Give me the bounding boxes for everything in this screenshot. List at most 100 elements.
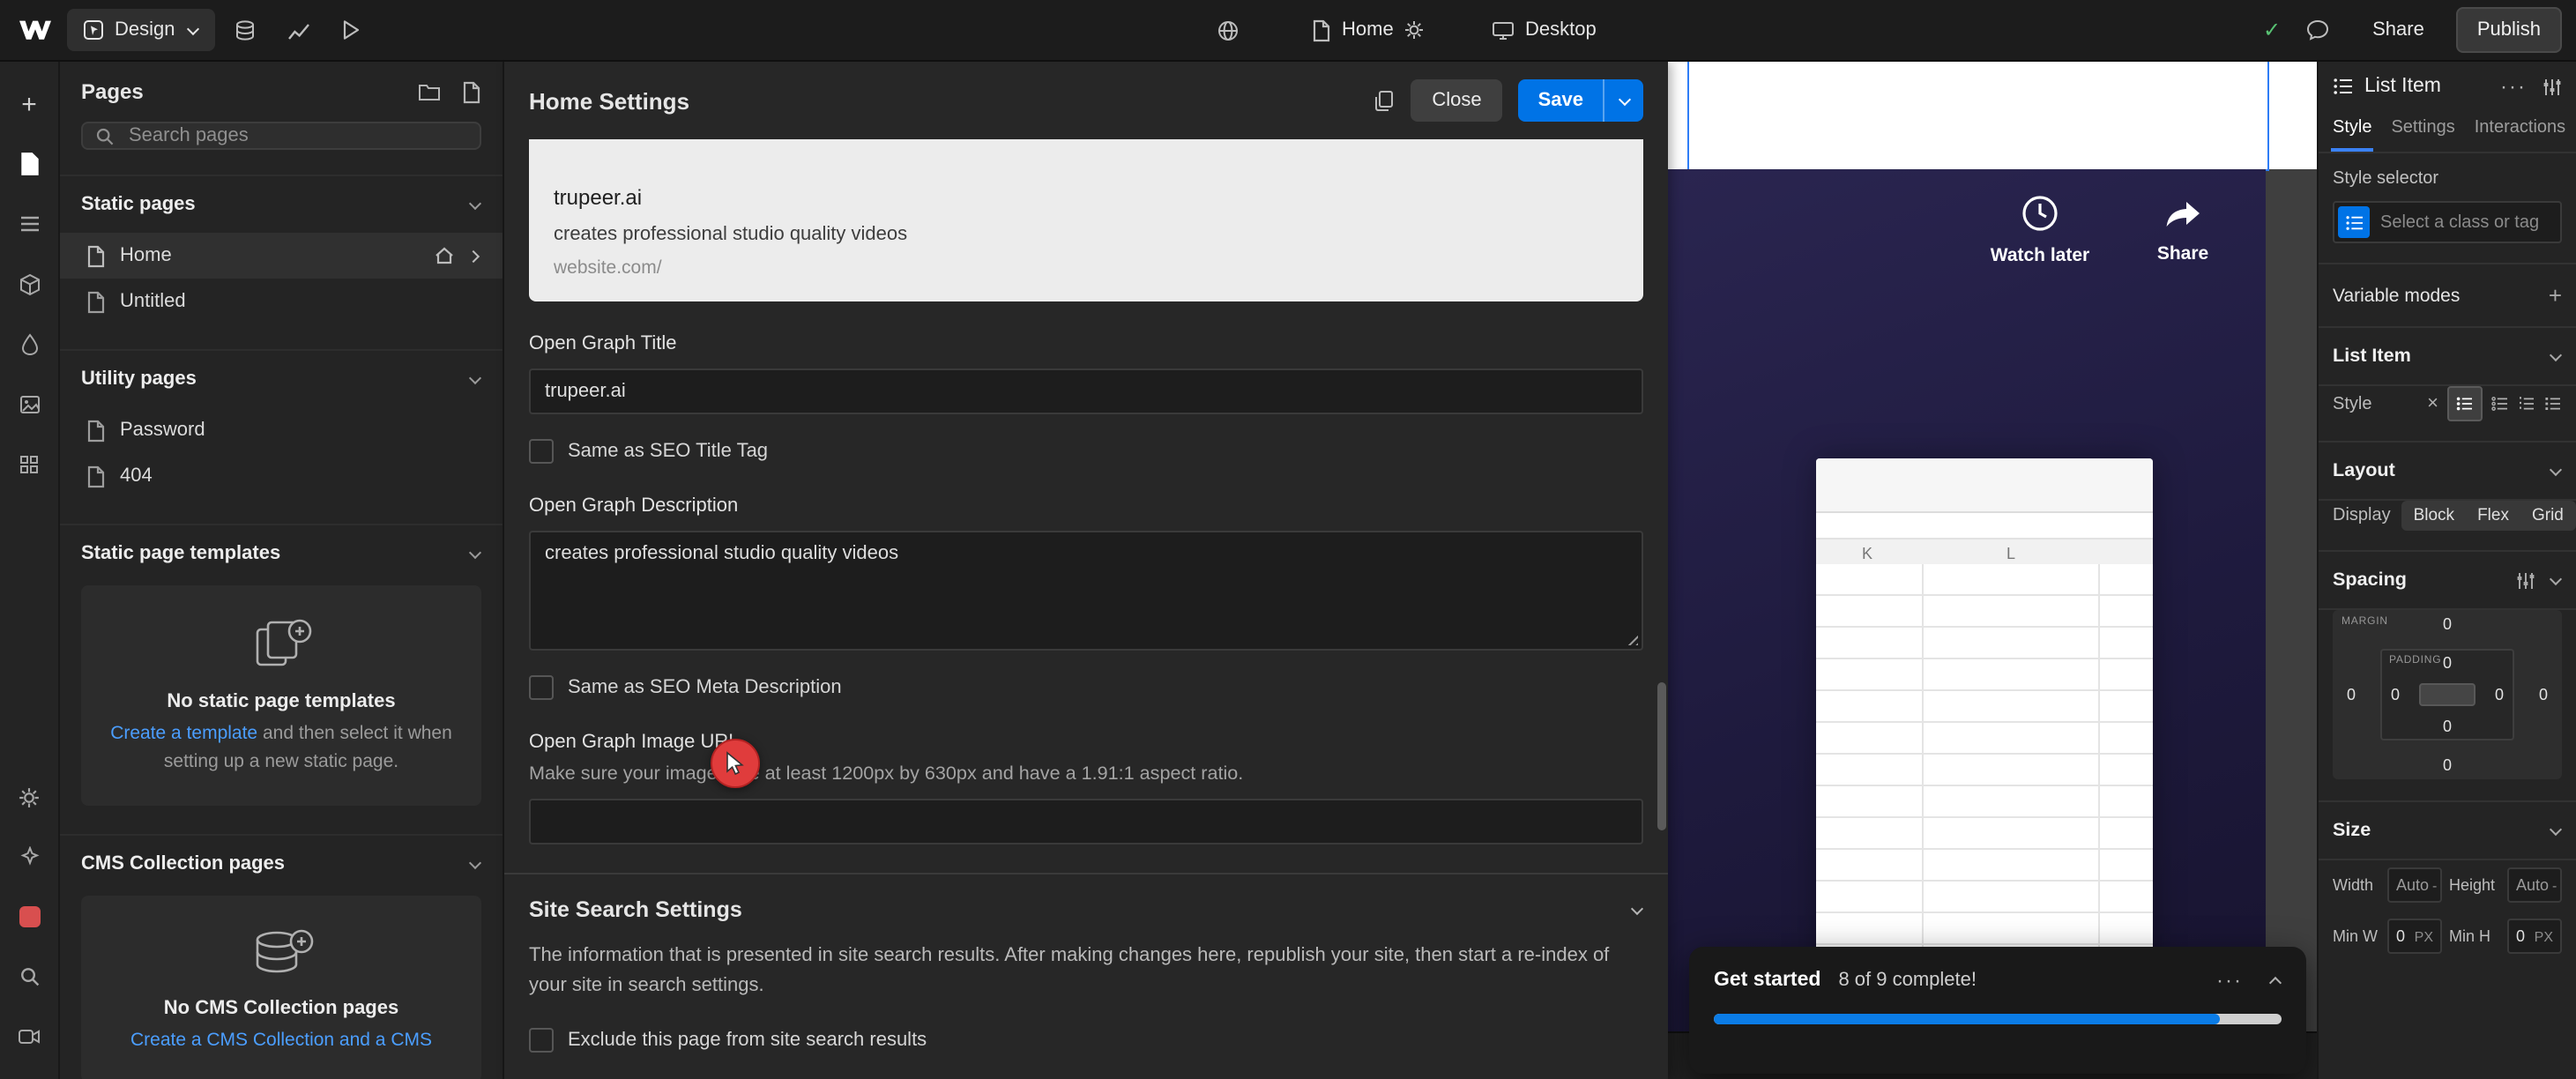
- margin-padding-control[interactable]: MARGIN 0 0 0 0 PADDING 0 0 0 0: [2333, 610, 2562, 779]
- share-button[interactable]: Share: [2355, 9, 2442, 51]
- element-more-icon[interactable]: ···: [2500, 81, 2527, 92]
- display-grid-button[interactable]: Grid: [2521, 502, 2574, 529]
- toast-more-icon[interactable]: ···: [2216, 975, 2243, 986]
- list-item-section-header[interactable]: List Item: [2319, 328, 2576, 386]
- selected-element-outline[interactable]: [1687, 62, 2269, 171]
- add-elements-button[interactable]: +: [0, 74, 58, 134]
- new-folder-icon[interactable]: [418, 82, 441, 101]
- min-height-unit[interactable]: PX: [2535, 928, 2553, 944]
- spacing-section-header[interactable]: Spacing: [2319, 552, 2576, 610]
- min-width-unit[interactable]: PX: [2415, 928, 2433, 944]
- video-share-button[interactable]: Share: [2144, 196, 2222, 264]
- page-row-404[interactable]: 404: [60, 453, 503, 499]
- og-description-same-checkbox[interactable]: [529, 675, 554, 700]
- page-row-password[interactable]: Password: [60, 407, 503, 453]
- page-settings-gear-icon[interactable]: [1404, 19, 1426, 41]
- margin-top-value[interactable]: 0: [2443, 615, 2452, 633]
- site-hero-video[interactable]: Watch later Share K L: [1668, 169, 2266, 1079]
- og-description-textarea[interactable]: creates professional studio quality vide…: [529, 531, 1643, 651]
- list-item-section-title: List Item: [2333, 346, 2411, 367]
- list-style-circle-button[interactable]: [2491, 397, 2509, 411]
- margin-bottom-value[interactable]: 0: [2443, 756, 2452, 774]
- static-pages-header[interactable]: Static pages: [60, 176, 503, 233]
- site-search-settings-header[interactable]: Site Search Settings: [529, 897, 1643, 922]
- spacing-settings-icon[interactable]: [2516, 570, 2535, 590]
- tab-interactions[interactable]: Interactions: [2473, 106, 2567, 152]
- close-button[interactable]: Close: [1411, 79, 1502, 122]
- height-input[interactable]: Auto -: [2507, 867, 2562, 903]
- chevron-up-icon[interactable]: [2267, 973, 2282, 987]
- breakpoint-group[interactable]: Desktop: [1492, 0, 1597, 60]
- page-row-label: Password: [120, 420, 205, 441]
- exclude-search-checkbox[interactable]: [529, 1028, 554, 1053]
- analytics-button[interactable]: [276, 9, 322, 51]
- padding-top-value[interactable]: 0: [2443, 654, 2452, 672]
- save-button[interactable]: Save: [1519, 79, 1643, 122]
- list-style-none-button[interactable]: ×: [2427, 393, 2438, 414]
- layout-section-header[interactable]: Layout: [2319, 443, 2576, 501]
- cms-pages-header[interactable]: CMS Collection pages: [60, 835, 503, 891]
- pages-search-input[interactable]: [125, 123, 467, 148]
- apps-button[interactable]: [0, 434, 58, 494]
- margin-left-value[interactable]: 0: [2347, 686, 2356, 703]
- og-title-same-checkbox[interactable]: [529, 439, 554, 464]
- site-settings-button[interactable]: [0, 767, 58, 827]
- class-selector-input[interactable]: Select a class or tag: [2333, 201, 2562, 243]
- tab-style[interactable]: Style: [2331, 106, 2373, 152]
- height-unit[interactable]: -: [2552, 877, 2557, 893]
- width-input[interactable]: Auto -: [2387, 867, 2442, 903]
- current-page-label[interactable]: Home: [1342, 19, 1394, 41]
- og-image-url-input[interactable]: [529, 799, 1643, 845]
- panel-settings-icon[interactable]: [2542, 77, 2562, 96]
- canvas[interactable]: Watch later Share K L: [1668, 62, 2317, 1079]
- new-page-icon[interactable]: [462, 80, 481, 103]
- og-preview-url: website.com/: [554, 257, 1619, 279]
- preview-button[interactable]: [329, 9, 375, 51]
- recording-indicator[interactable]: [0, 887, 58, 947]
- video-tutorials-button[interactable]: [0, 1007, 58, 1067]
- duplicate-settings-icon[interactable]: [1374, 89, 1395, 112]
- localization-globe-button[interactable]: [1217, 0, 1240, 60]
- cms-button[interactable]: [223, 9, 269, 51]
- publish-button[interactable]: Publish: [2456, 7, 2562, 53]
- create-cms-collection-link[interactable]: Create a CMS Collection and a CMS: [130, 1029, 432, 1050]
- watch-later-button[interactable]: Watch later: [1989, 194, 2091, 266]
- ai-assistant-button[interactable]: [0, 827, 58, 887]
- navigator-button[interactable]: [0, 194, 58, 254]
- margin-right-value[interactable]: 0: [2539, 686, 2548, 703]
- variables-button[interactable]: [0, 314, 58, 374]
- padding-control[interactable]: PADDING 0 0 0 0: [2380, 649, 2514, 740]
- list-style-custom-button[interactable]: [2544, 397, 2562, 411]
- list-style-decimal-button[interactable]: [2518, 397, 2535, 411]
- variable-modes-row: Variable modes +: [2319, 264, 2576, 328]
- design-mode-dropdown[interactable]: Design: [67, 9, 216, 51]
- page-row-untitled[interactable]: Untitled: [60, 279, 503, 324]
- min-height-input[interactable]: 0 PX: [2507, 919, 2562, 954]
- add-variable-mode-icon[interactable]: +: [2549, 282, 2562, 309]
- size-section-header[interactable]: Size: [2319, 802, 2576, 860]
- min-width-input[interactable]: 0 PX: [2387, 919, 2442, 954]
- padding-bottom-value[interactable]: 0: [2443, 718, 2452, 735]
- og-title-input[interactable]: trupeer.ai: [529, 368, 1643, 414]
- settings-scrollbar[interactable]: [1657, 682, 1666, 830]
- tab-settings[interactable]: Settings: [2389, 106, 2456, 152]
- templates-header[interactable]: Static page templates: [60, 525, 503, 582]
- save-options-chevron[interactable]: [1603, 79, 1643, 122]
- webflow-logo[interactable]: [14, 9, 60, 51]
- create-template-link[interactable]: Create a template: [110, 723, 257, 744]
- display-flex-button[interactable]: Flex: [2467, 502, 2520, 529]
- assets-button[interactable]: [0, 374, 58, 434]
- display-block-button[interactable]: Block: [2403, 502, 2465, 529]
- page-row-home[interactable]: Home: [60, 233, 503, 279]
- width-unit[interactable]: -: [2432, 877, 2437, 893]
- padding-left-value[interactable]: 0: [2391, 686, 2400, 703]
- search-button[interactable]: [0, 947, 58, 1007]
- comments-button[interactable]: [2295, 9, 2341, 51]
- pages-panel-button[interactable]: [0, 134, 58, 194]
- list-style-disc-button-active[interactable]: [2447, 386, 2483, 421]
- padding-right-value[interactable]: 0: [2495, 686, 2504, 703]
- pages-search[interactable]: [81, 122, 481, 150]
- chevron-right-icon[interactable]: [467, 249, 481, 263]
- components-button[interactable]: [0, 254, 58, 314]
- utility-pages-header[interactable]: Utility pages: [60, 351, 503, 407]
